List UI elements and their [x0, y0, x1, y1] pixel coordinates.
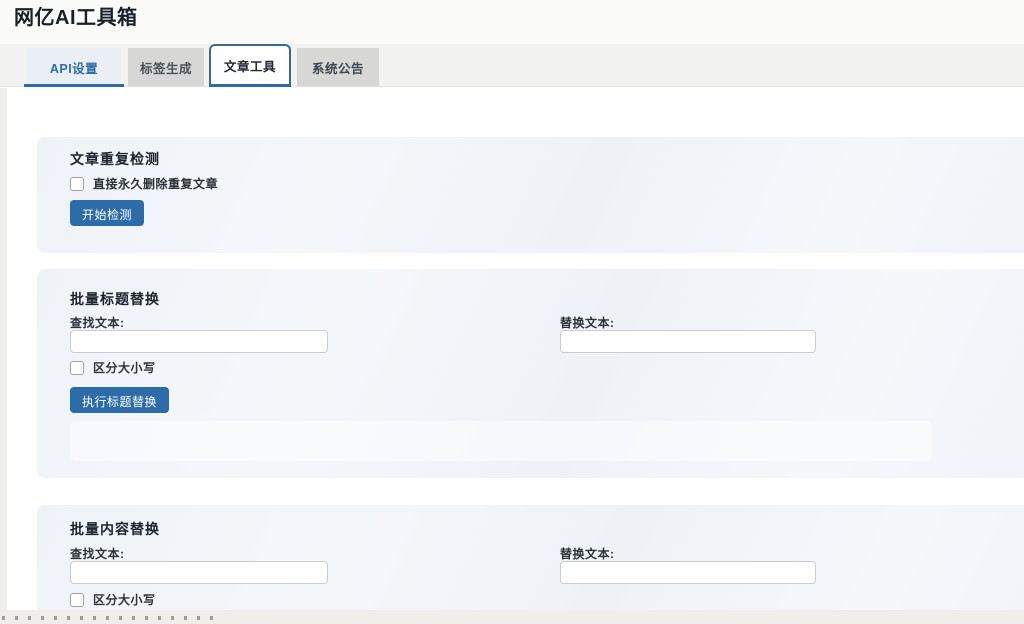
tab-tag-generation-label: 标签生成: [140, 58, 192, 77]
title-replace-title: 批量标题替换: [70, 289, 160, 309]
card-title-replace: 批量标题替换 查找文本: 替换文本: 区分大小写 执行标题替换: [37, 269, 1024, 478]
bottom-page-strip: [0, 610, 1024, 624]
title-find-input[interactable]: [70, 330, 328, 353]
content-case-checkbox-row: 区分大小写: [70, 591, 156, 608]
delete-duplicates-checkbox[interactable]: [70, 177, 84, 191]
article-tools-panel: 文章重复检测 直接永久删除重复文章 开始检测 批量标题替换 查找文本: 替换文本…: [7, 88, 1024, 610]
duplicate-detection-title: 文章重复检测: [70, 149, 160, 169]
content-replace-title: 批量内容替换: [70, 519, 160, 539]
tab-api-settings-label: API设置: [50, 58, 98, 77]
card-content-replace: 批量内容替换 查找文本: 替换文本: 区分大小写: [37, 505, 1024, 610]
tab-article-tools-label: 文章工具: [224, 56, 276, 75]
content-case-sensitive-label: 区分大小写: [93, 591, 156, 608]
page-title: 网亿AI工具箱: [14, 1, 138, 30]
title-replace-input[interactable]: [560, 330, 816, 353]
tab-api-settings[interactable]: API设置: [27, 48, 121, 86]
page-header: 网亿AI工具箱: [0, 0, 1024, 44]
card-duplicate-detection: 文章重复检测 直接永久删除重复文章 开始检测: [37, 137, 1024, 253]
execute-title-replace-button[interactable]: 执行标题替换: [70, 387, 169, 413]
page-left-edge: [0, 88, 7, 610]
tab-bar: API设置 标签生成 文章工具 系统公告: [0, 44, 1024, 87]
clipped-text-remnant: [2, 616, 220, 620]
delete-duplicates-checkbox-row: 直接永久删除重复文章: [70, 175, 218, 192]
tab-system-notice-label: 系统公告: [312, 58, 364, 77]
title-replace-result-area: [70, 421, 932, 461]
title-case-checkbox-row: 区分大小写: [70, 359, 156, 376]
content-find-input[interactable]: [70, 561, 328, 584]
tab-system-notice[interactable]: 系统公告: [297, 48, 379, 86]
tab-tag-generation[interactable]: 标签生成: [128, 48, 204, 86]
title-case-sensitive-label: 区分大小写: [93, 359, 156, 376]
content-find-label: 查找文本:: [70, 545, 125, 562]
title-find-label: 查找文本:: [70, 314, 125, 331]
delete-duplicates-checkbox-label: 直接永久删除重复文章: [93, 175, 218, 192]
content-case-sensitive-checkbox[interactable]: [70, 593, 84, 607]
start-detection-button[interactable]: 开始检测: [70, 200, 144, 226]
content-replace-label: 替换文本:: [560, 545, 615, 562]
title-case-sensitive-checkbox[interactable]: [70, 361, 84, 375]
tab-api-underline: [24, 84, 124, 87]
content-replace-input[interactable]: [560, 561, 816, 584]
title-replace-label: 替换文本:: [560, 314, 615, 331]
tab-article-tools[interactable]: 文章工具: [209, 44, 291, 87]
